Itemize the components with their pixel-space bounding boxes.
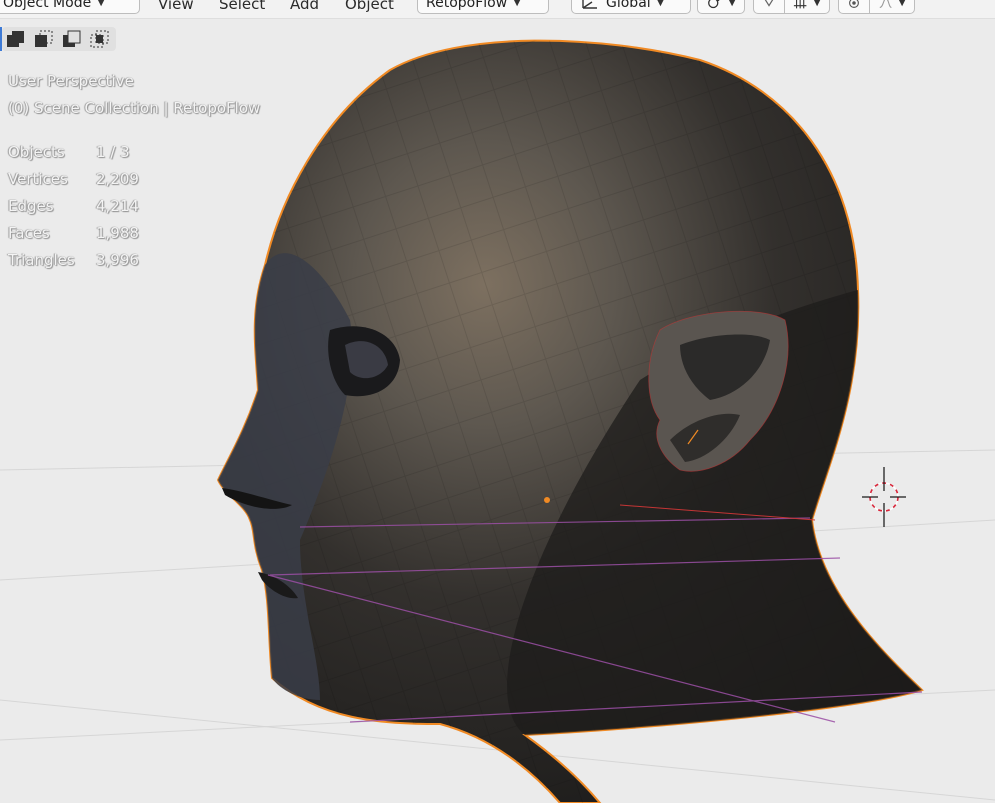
view-name: User Perspective [8,72,134,90]
selection-mode-group [2,27,116,51]
collection-name: (0) Scene Collection | RetopoFlow [8,99,261,117]
proportional-editing-icon [849,0,859,8]
stat-label-edges: Edges [8,197,54,215]
proportional-falloff-dropdown[interactable]: ▼ [869,0,915,14]
3d-viewport[interactable]: User Perspective (0) Scene Collection | … [0,19,995,803]
menu-add[interactable]: Add [290,0,319,13]
workspace-dropdown[interactable]: RetopoFlow ▼ [417,0,549,14]
object-origin [544,497,550,503]
chevron-down-icon: ▼ [513,0,521,8]
stat-value-edges: 4,214 [96,197,139,215]
orientation-axes-icon [582,0,597,9]
orientation-dropdown-label: Global [606,0,651,11]
stat-value-vertices: 2,209 [96,170,139,188]
magnet-icon [764,0,774,7]
mode-dropdown-label: Object Mode [3,0,92,11]
chevron-down-icon: ▼ [656,0,665,8]
menu-view[interactable]: View [158,0,194,13]
stat-label-triangles: Triangles [8,251,75,269]
proportional-editing-toggle[interactable] [838,0,870,14]
select-intersect-icon[interactable] [88,28,112,50]
snap-toggle[interactable] [753,0,785,14]
scene-canvas[interactable] [0,19,995,803]
stat-value-faces: 1,988 [96,224,139,242]
select-subtract-icon[interactable] [60,28,84,50]
pivot-point-dropdown[interactable]: ▼ [697,0,745,14]
select-new-icon[interactable] [4,28,28,50]
3d-cursor-icon[interactable] [862,467,906,527]
stat-label-objects: Objects [8,143,65,161]
menu-object[interactable]: Object [345,0,394,13]
stat-label-faces: Faces [8,224,50,242]
mode-dropdown[interactable]: Object Mode ▼ [0,0,140,14]
transform-orientation-dropdown[interactable]: Global ▼ [571,0,691,14]
chevron-down-icon: ▼ [813,0,821,8]
viewport-header: Object Mode ▼ View Select Add Object Ret… [0,0,995,19]
chevron-down-icon: ▼ [898,0,906,8]
pivot-icon [708,0,720,9]
select-extend-icon[interactable] [32,28,56,50]
chevron-down-icon: ▼ [97,0,105,8]
menu-select[interactable]: Select [219,0,265,13]
stat-label-vertices: Vertices [8,170,68,188]
stat-value-triangles: 3,996 [96,251,139,269]
stat-value-objects: 1 / 3 [96,143,130,161]
workspace-dropdown-label: RetopoFlow [426,0,508,11]
falloff-curve-icon [879,0,892,9]
snap-increment-icon [793,0,807,9]
chevron-down-icon: ▼ [728,0,736,8]
snap-target-dropdown[interactable]: ▼ [784,0,830,14]
